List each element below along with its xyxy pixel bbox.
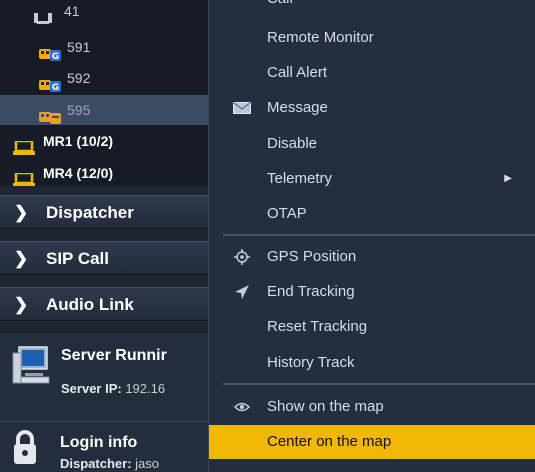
server-ip-value: 192.16 bbox=[125, 381, 166, 396]
menu-item-disable[interactable]: Disable bbox=[209, 127, 535, 161]
submenu-arrow-icon: ▶ bbox=[504, 173, 512, 184]
menu-item-label: Call bbox=[267, 0, 293, 16]
crosshair-icon bbox=[231, 240, 253, 274]
menu-item-label: GPS Position bbox=[267, 248, 357, 265]
tree-item-592[interactable]: G 592 bbox=[0, 63, 228, 93]
eye-icon bbox=[231, 390, 253, 424]
menu-item-label: History Track bbox=[267, 354, 355, 371]
radio-icon bbox=[33, 5, 53, 35]
chevron-right-icon: ❯ bbox=[14, 295, 29, 314]
dispatcher-line: Dispatcher: jaso bbox=[60, 456, 159, 471]
tree-item-label: MR4 (12/0) bbox=[43, 165, 114, 181]
server-ip-label: Server IP: bbox=[61, 381, 122, 396]
svg-text:G: G bbox=[52, 52, 59, 61]
resource-panel: 41 G 591 G 592 595 MR1 (10/2) MR4 (12/0)… bbox=[0, 0, 228, 472]
tree-item-41[interactable]: 41 bbox=[0, 0, 228, 26]
tree-item-mr1[interactable]: MR1 (10/2) bbox=[0, 126, 228, 156]
menu-item-message[interactable]: Message bbox=[209, 91, 535, 125]
menu-item-end-tracking[interactable]: End Tracking bbox=[209, 275, 535, 309]
server-ip-line: Server IP: 192.16 bbox=[61, 381, 165, 396]
menu-item-gps-position[interactable]: GPS Position bbox=[209, 240, 535, 274]
login-info-panel: Login info Dispatcher: jaso bbox=[0, 421, 228, 472]
tree-item-label: 592 bbox=[67, 70, 91, 86]
tree-item-label: 41 bbox=[64, 3, 80, 19]
svg-text:G: G bbox=[52, 83, 59, 92]
server-status-title: Server Runnir bbox=[61, 347, 167, 364]
tree-item-label: MR1 (10/2) bbox=[43, 133, 114, 149]
section-dispatcher[interactable]: ❯ Dispatcher bbox=[0, 195, 228, 229]
chevron-right-icon: ❯ bbox=[14, 203, 29, 222]
dispatcher-label: Dispatcher: bbox=[60, 456, 132, 471]
menu-item-otap[interactable]: OTAP bbox=[209, 197, 535, 231]
menu-item-call[interactable]: Call bbox=[209, 0, 535, 16]
menu-item-center-on-map[interactable]: Center on the map bbox=[209, 425, 535, 459]
menu-item-remote-monitor[interactable]: Remote Monitor bbox=[209, 21, 535, 55]
menu-item-history-track[interactable]: History Track bbox=[209, 346, 535, 380]
menu-item-label: Disable bbox=[267, 135, 318, 152]
menu-item-label: Center on the map bbox=[267, 433, 392, 450]
tree-item-mr4[interactable]: MR4 (12/0) bbox=[0, 158, 228, 186]
chevron-right-icon: ❯ bbox=[14, 249, 29, 268]
menu-item-call-alert[interactable]: Call Alert bbox=[209, 56, 535, 90]
menu-item-label: OTAP bbox=[267, 205, 307, 222]
section-audio-link[interactable]: ❯ Audio Link bbox=[0, 287, 228, 321]
server-status-panel: Server Runnir Server IP: 192.16 bbox=[0, 333, 228, 421]
menu-item-reset-tracking[interactable]: Reset Tracking bbox=[209, 310, 535, 344]
menu-item-label: Show on the map bbox=[267, 398, 384, 415]
tree-item-label: 595 bbox=[67, 102, 91, 118]
lock-icon bbox=[12, 430, 38, 469]
menu-item-label: Message bbox=[267, 99, 328, 116]
device-tree: 41 G 591 G 592 595 MR1 (10/2) MR4 (12/0) bbox=[0, 0, 228, 186]
menu-item-show-on-map[interactable]: Show on the map bbox=[209, 390, 535, 424]
menu-item-telemetry[interactable]: Telemetry ▶ bbox=[209, 162, 535, 196]
menu-item-label: End Tracking bbox=[267, 283, 355, 300]
menu-item-label: Telemetry bbox=[267, 170, 333, 187]
menu-item-label: Call Alert bbox=[267, 64, 328, 81]
login-info-title: Login info bbox=[60, 434, 138, 451]
dispatcher-value: jaso bbox=[135, 456, 160, 471]
context-menu: Call Remote Monitor Call Alert Message D… bbox=[208, 0, 535, 472]
menu-item-label: Remote Monitor bbox=[267, 29, 374, 46]
envelope-icon bbox=[231, 91, 253, 125]
section-sip-call[interactable]: ❯ SIP Call bbox=[0, 241, 228, 275]
menu-item-label: Reset Tracking bbox=[267, 318, 368, 335]
section-label: SIP Call bbox=[46, 249, 109, 268]
section-label: Dispatcher bbox=[46, 203, 134, 222]
section-label: Audio Link bbox=[46, 295, 134, 314]
tree-item-label: 591 bbox=[67, 39, 91, 55]
tree-item-595[interactable]: 595 bbox=[0, 95, 228, 125]
server-computer-icon bbox=[11, 345, 51, 392]
menu-separator bbox=[223, 234, 535, 236]
navigation-arrow-icon bbox=[231, 275, 253, 309]
menu-separator bbox=[223, 383, 535, 385]
tree-item-591[interactable]: G 591 bbox=[0, 32, 228, 62]
monitor-group-icon bbox=[13, 167, 35, 186]
